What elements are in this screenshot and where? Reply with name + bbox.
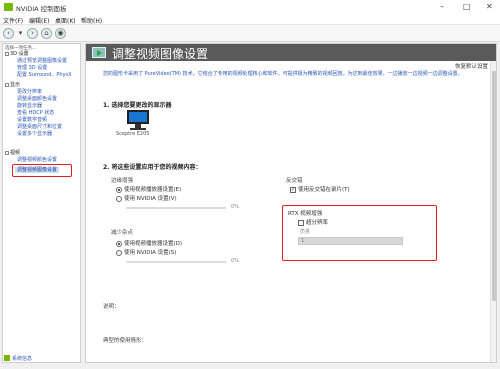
nvidia-logo-icon <box>4 3 13 11</box>
menu-desktop[interactable]: 桌面(K) <box>55 16 76 25</box>
page-title: 调整视频图像设置 <box>112 47 209 61</box>
back-dropdown-icon[interactable]: ▾ <box>16 29 25 38</box>
radio-label: 使用 NVIDIA 设置(V) <box>124 196 177 202</box>
minimize-icon[interactable]: – <box>440 2 444 11</box>
monitor-icon <box>127 110 149 124</box>
radio-icon <box>116 249 122 256</box>
system-info-link[interactable]: 系统信息 <box>12 355 32 362</box>
noise-nvidia-radio[interactable]: 使用 NVIDIA 设置(S) <box>116 248 176 256</box>
radio-label: 使用视频播放器设置(D) <box>124 241 183 247</box>
edge-enhance-value: 0% <box>231 204 239 210</box>
system-info-icon <box>4 355 10 361</box>
highlight-rtx-section <box>282 205 437 261</box>
page-description: 您的图形卡采用了 PureVideo(TM) 技术，它结合了专用的视频处理核心和… <box>103 71 463 77</box>
tree-expander-icon[interactable] <box>5 150 9 155</box>
menu-edit[interactable]: 编辑(E) <box>29 16 49 25</box>
noise-reduction-value: 0% <box>231 258 239 264</box>
edge-player-radio[interactable]: 使用视频播放器设置(E) <box>116 185 181 193</box>
menu-help[interactable]: 帮助(H) <box>81 16 102 25</box>
scrollbar-thumb[interactable] <box>492 71 496 301</box>
checkbox-label: 使用反交错在录片(T) <box>298 187 350 193</box>
tree-expander-icon[interactable] <box>5 82 9 87</box>
tree-group-label: 视频 <box>10 150 21 156</box>
sidebar-item-image-preview[interactable]: 通过预览调整图像设置 <box>17 58 67 64</box>
video-settings-icon <box>92 47 106 58</box>
nvidia-settings-icon[interactable]: ◉ <box>55 28 66 39</box>
sidebar-item-desktop-color[interactable]: 调整桌面颜色设置 <box>17 96 57 102</box>
edge-enhance-label: 边缘增强 <box>111 178 134 184</box>
sidebar-item-rotate-display[interactable]: 旋转显示器 <box>17 103 42 109</box>
usage-label: 典型的使用情形： <box>103 338 148 344</box>
close-icon[interactable]: ✕ <box>486 2 493 11</box>
tree-group-display[interactable]: 显示 <box>5 82 20 88</box>
radio-label: 使用 NVIDIA 设置(S) <box>124 250 177 256</box>
step-1-heading: 1. 选择您要更改的显示器 <box>103 102 172 109</box>
menu-file[interactable]: 文件(F) <box>3 16 23 25</box>
back-icon[interactable]: ‹ <box>3 28 14 39</box>
checkbox-checked-icon: ✓ <box>290 186 296 193</box>
sidebar-item-manage-3d[interactable]: 管理 3D 设置 <box>17 65 47 71</box>
sidebar-item-surround-physx[interactable]: 配置 Surround、PhysX <box>17 72 72 78</box>
step-2-heading: 2. 将这些设置应用于您的视频内容： <box>103 164 202 171</box>
task-sidebar: 选择一项任务... 3D 设置 通过预览调整图像设置 管理 3D 设置 配置 S… <box>2 43 81 363</box>
home-icon[interactable]: ⌂ <box>41 28 52 39</box>
tree-group-video[interactable]: 视频 <box>5 150 20 156</box>
main-scrollbar[interactable] <box>490 61 496 362</box>
main-panel: 调整视频图像设置 恢复默认设置 您的图形卡采用了 PureVideo(TM) 技… <box>85 43 497 363</box>
sidebar-item-desktop-size[interactable]: 调整桌面尺寸和位置 <box>17 124 62 130</box>
description-label: 说明： <box>103 304 120 310</box>
noise-reduction-label: 减少杂点 <box>111 230 134 236</box>
toolbar: ‹ ▾ › ⌂ ◉ <box>0 25 500 42</box>
nvidia-control-panel-window: NVIDIA 控制面板 – □ ✕ 文件(F) 编辑(E) 桌面(K) 帮助(H… <box>0 0 500 369</box>
restore-defaults-link[interactable]: 恢复默认设置 <box>455 62 488 70</box>
tree-expander-icon[interactable] <box>5 51 9 56</box>
deinterlace-checkbox[interactable]: ✓ 使用反交错在录片(T) <box>290 185 350 193</box>
deinterlace-label: 反交错 <box>286 178 303 184</box>
radio-icon <box>116 195 122 202</box>
edge-enhance-slider[interactable] <box>126 207 226 209</box>
noise-player-radio[interactable]: 使用视频播放器设置(D) <box>116 239 182 247</box>
sidebar-item-digital-audio[interactable]: 设置数字音频 <box>17 117 47 123</box>
sidebar-item-video-color[interactable]: 调整视频颜色设置 <box>17 157 57 163</box>
tree-group-label: 3D 设置 <box>10 51 29 57</box>
radio-selected-icon <box>116 186 122 193</box>
radio-selected-icon <box>116 240 122 247</box>
monitor-base <box>130 128 146 130</box>
monitor-label: Sceptre E205 <box>116 131 150 137</box>
menu-bar: 文件(F) 编辑(E) 桌面(K) 帮助(H) <box>0 14 500 25</box>
page-header: 调整视频图像设置 <box>86 44 496 61</box>
sidebar-item-multiple-displays[interactable]: 设置多个显示器 <box>17 131 52 137</box>
highlight-video-image-item <box>12 164 72 177</box>
window-title: NVIDIA 控制面板 <box>16 5 67 13</box>
title-bar: NVIDIA 控制面板 – □ ✕ <box>0 0 500 14</box>
radio-label: 使用视频播放器设置(E) <box>124 187 182 193</box>
edge-nvidia-radio[interactable]: 使用 NVIDIA 设置(V) <box>116 194 177 202</box>
tree-group-label: 显示 <box>10 82 21 88</box>
sidebar-item-hdcp-status[interactable]: 查看 HDCP 状态 <box>17 110 54 116</box>
sidebar-item-change-resolution[interactable]: 更改分辨率 <box>17 89 42 95</box>
maximize-icon[interactable]: □ <box>463 2 471 11</box>
forward-icon[interactable]: › <box>27 28 38 39</box>
noise-reduction-slider[interactable] <box>126 261 226 263</box>
tree-group-3d[interactable]: 3D 设置 <box>5 51 29 57</box>
